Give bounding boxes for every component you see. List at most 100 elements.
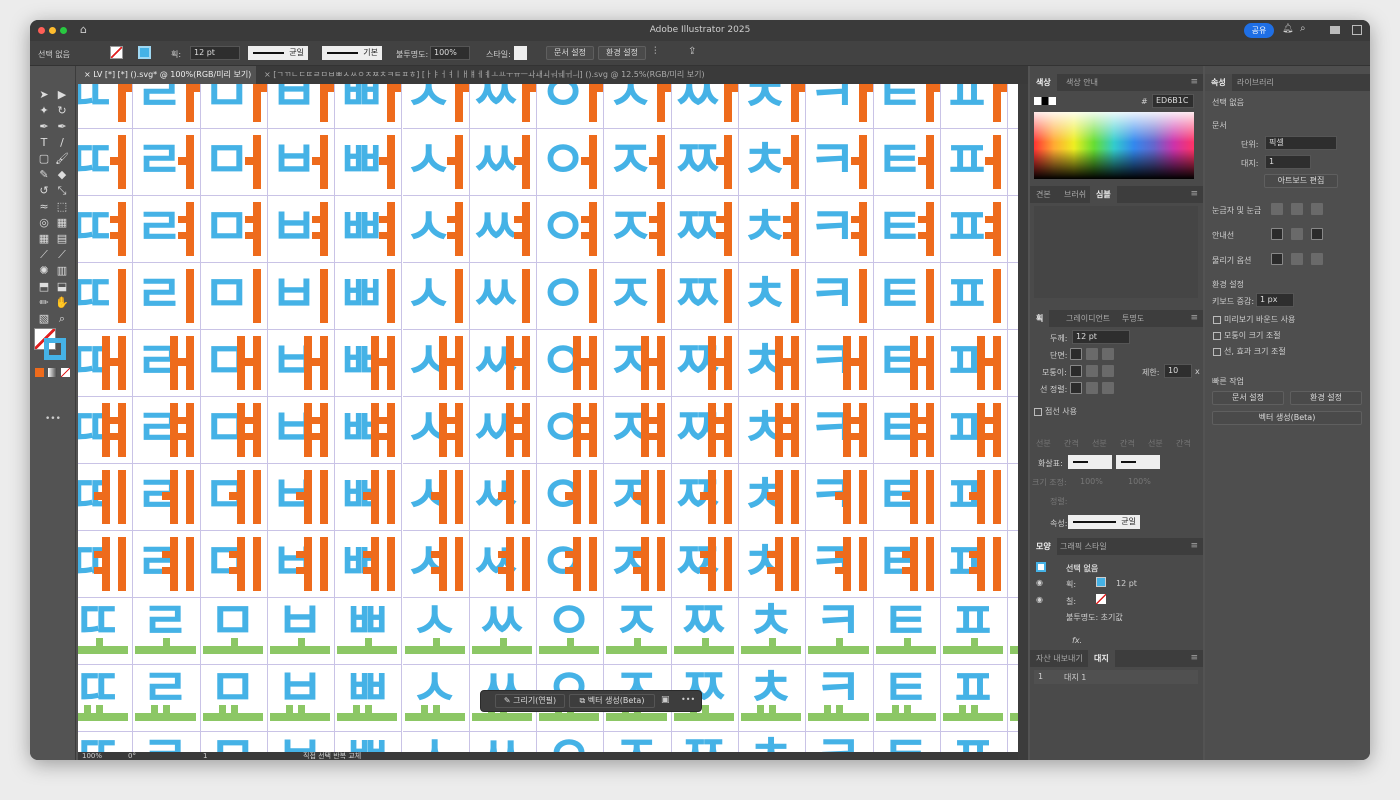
panel-menu-icon[interactable]: ≡ bbox=[1190, 77, 1198, 87]
tab-properties[interactable]: 속성 bbox=[1205, 74, 1232, 91]
glyph-cell[interactable]: ㅁ bbox=[200, 84, 268, 129]
glyph-cell[interactable]: ㅃ bbox=[335, 659, 403, 732]
glyph-cell[interactable]: ㅁ bbox=[201, 726, 268, 752]
tab-brushes[interactable]: 브러쉬 bbox=[1058, 186, 1092, 203]
hex-field[interactable]: ED6B1C bbox=[1152, 94, 1194, 108]
glyph-cell[interactable]: ㄸ bbox=[78, 531, 134, 598]
glyph-cell[interactable]: ㅎ bbox=[1008, 129, 1018, 196]
export-icon[interactable]: ⇪ bbox=[688, 46, 696, 57]
glyph-cell[interactable]: ㅅ bbox=[402, 531, 470, 598]
tab-appearance[interactable]: 모양 bbox=[1030, 538, 1057, 555]
glyph-cell[interactable]: ㅌ bbox=[873, 84, 941, 129]
pencil-icon[interactable]: ✏ bbox=[36, 296, 52, 310]
smart-guides-icon[interactable] bbox=[1311, 228, 1323, 240]
pen-icon[interactable]: ✒ bbox=[36, 120, 52, 134]
butt-cap-icon[interactable] bbox=[1070, 348, 1082, 360]
artboard-nav[interactable]: 1 bbox=[203, 752, 207, 760]
tab-libraries[interactable]: 라이브러리 bbox=[1231, 74, 1280, 91]
glyph-cell[interactable]: ㅂ bbox=[267, 531, 336, 598]
glyph-cell[interactable]: ㅌ bbox=[873, 659, 941, 732]
glyph-cell[interactable]: ㅆ bbox=[469, 592, 538, 665]
glyph-cell[interactable]: ㅎ bbox=[1008, 397, 1018, 464]
rotate-icon[interactable]: ↺ bbox=[36, 184, 52, 198]
tab-document-1[interactable]: × LV [*] [*] ().svg* @ 100%(RGB/미리 보기) bbox=[78, 66, 256, 84]
dash-gap-field[interactable]: 간격 bbox=[1120, 438, 1135, 449]
miter-limit-field[interactable]: 10 bbox=[1164, 364, 1192, 378]
tab-swatches[interactable]: 견본 bbox=[1030, 186, 1057, 203]
glyph-cell[interactable]: ㅃ bbox=[335, 129, 403, 196]
glyph-cell[interactable]: ㅃ bbox=[335, 84, 403, 129]
none-mode[interactable] bbox=[61, 368, 70, 377]
round-cap-icon[interactable] bbox=[1086, 348, 1098, 360]
tab-artboards[interactable]: 대지 bbox=[1088, 650, 1115, 667]
rulers-icon[interactable] bbox=[1271, 203, 1283, 215]
glyph-cell[interactable]: ㅁ bbox=[200, 464, 268, 531]
panel-menu-icon[interactable]: ≡ bbox=[1190, 541, 1198, 551]
glyph-cell[interactable]: ㅊ bbox=[739, 531, 807, 598]
glyph-cell[interactable]: ㅁ bbox=[200, 531, 268, 598]
blend-icon[interactable]: ⟋ bbox=[54, 248, 70, 262]
fill-swatch[interactable] bbox=[110, 46, 123, 59]
glyph-cell[interactable]: ㄸ bbox=[78, 84, 134, 129]
panel-menu-icon[interactable]: ≡ bbox=[1190, 313, 1198, 323]
glyph-cell[interactable]: ㅎ bbox=[1008, 464, 1018, 531]
hand-icon[interactable]: ✋ bbox=[54, 296, 70, 310]
glyph-cell[interactable]: ㅊ bbox=[739, 464, 807, 531]
appearance-fill-label[interactable]: 칠: bbox=[1066, 596, 1076, 607]
scale-icon[interactable]: ⤡ bbox=[54, 184, 70, 198]
free-transform-icon[interactable]: ⬚ bbox=[54, 200, 70, 214]
perspective-icon[interactable]: ▦ bbox=[54, 216, 70, 230]
appearance-fill-swatch[interactable] bbox=[1096, 594, 1106, 604]
dash-gap-field[interactable]: 간격 bbox=[1176, 438, 1191, 449]
glyph-cell[interactable]: ㅃ bbox=[335, 263, 403, 330]
artboard-icon[interactable]: ⬒ bbox=[36, 280, 52, 294]
zoom-icon[interactable]: ⌕ bbox=[54, 312, 70, 326]
style-swatch[interactable] bbox=[514, 46, 527, 60]
edit-toolbar-icon[interactable]: ••• bbox=[45, 414, 61, 424]
gradient-mode[interactable] bbox=[48, 368, 57, 377]
warp-icon[interactable]: ≈ bbox=[36, 200, 52, 214]
appearance-stroke-weight[interactable]: 12 pt bbox=[1116, 579, 1137, 588]
glyph-cell[interactable]: ㅆ bbox=[469, 397, 538, 464]
glyph-cell[interactable]: ㄸ bbox=[78, 129, 134, 196]
glyph-cell[interactable]: ㅊ bbox=[739, 330, 807, 397]
glyph-cell[interactable]: ㅂ bbox=[267, 464, 336, 531]
glyph-cell[interactable]: ㅂ bbox=[267, 196, 336, 263]
scale-corners-checkbox[interactable]: 모퉁이 크기 조절 bbox=[1213, 330, 1281, 341]
line-icon[interactable]: / bbox=[54, 136, 70, 150]
glyph-cell[interactable]: ㅈ bbox=[604, 464, 672, 531]
selection-tool-icon[interactable]: ➤ bbox=[36, 88, 52, 102]
glyph-cell[interactable]: ㅇ bbox=[537, 196, 605, 263]
glyph-cell[interactable]: ㅁ bbox=[200, 129, 268, 196]
glyph-cell[interactable]: ㅊ bbox=[739, 129, 807, 196]
preferences-button[interactable]: 환경 설정 bbox=[1290, 391, 1362, 405]
glyph-cell[interactable]: ㅇ bbox=[537, 531, 605, 598]
glyph-cell[interactable]: ㄸ bbox=[78, 397, 134, 464]
tab-color[interactable]: 색상 bbox=[1030, 74, 1057, 91]
glyph-cell[interactable]: ㅊ bbox=[739, 84, 807, 129]
draw-pencil-button[interactable]: ✎ 그리기(연필) bbox=[495, 694, 565, 708]
preview-bounds-checkbox[interactable]: 미리보기 바운드 사용 bbox=[1213, 314, 1295, 325]
glyph-cell[interactable]: ㅆ bbox=[469, 129, 538, 196]
end-arrowhead-select[interactable] bbox=[1116, 455, 1160, 469]
tab-gradient[interactable]: 그레이디언트 bbox=[1060, 310, 1116, 327]
grid-icon[interactable] bbox=[1291, 203, 1303, 215]
glyph-cell[interactable]: ㅈ bbox=[604, 129, 672, 196]
glyph-cell[interactable]: ㄹ bbox=[133, 397, 201, 464]
stroke-swatch[interactable] bbox=[138, 46, 151, 59]
tab-transparency[interactable]: 투명도 bbox=[1116, 310, 1150, 327]
glyph-cell[interactable]: ㄹ bbox=[133, 592, 201, 665]
glyph-cell[interactable]: ㅉ bbox=[671, 464, 739, 531]
glyph-cell[interactable]: ㅅ bbox=[402, 464, 470, 531]
tab-document-2[interactable]: × [ㄱㄲㄴㄷㄸㄹㅁㅂㅃㅅㅆㅇㅈㅉㅊㅋㅌㅍㅎ] [ㅏㅑㅓㅕㅣㅐㅒㅔㅖㅗㅛㅜㅠㅡㅘ… bbox=[258, 66, 728, 84]
glyph-cell[interactable]: ㅅ bbox=[402, 263, 470, 330]
glyph-cell[interactable]: ㅈ bbox=[604, 196, 672, 263]
glyph-cell[interactable]: ㅋ bbox=[806, 196, 874, 263]
glyph-cell[interactable]: ㅉ bbox=[671, 592, 739, 665]
glyph-cell[interactable]: ㅈ bbox=[604, 397, 672, 464]
gradient-icon[interactable]: ▤ bbox=[54, 232, 70, 246]
glyph-cell[interactable]: ㄸ bbox=[78, 464, 134, 531]
lock-guides-icon[interactable] bbox=[1291, 228, 1303, 240]
glyph-cell[interactable]: ㅋ bbox=[806, 464, 874, 531]
glyph-cell[interactable]: ㅇ bbox=[537, 84, 605, 129]
